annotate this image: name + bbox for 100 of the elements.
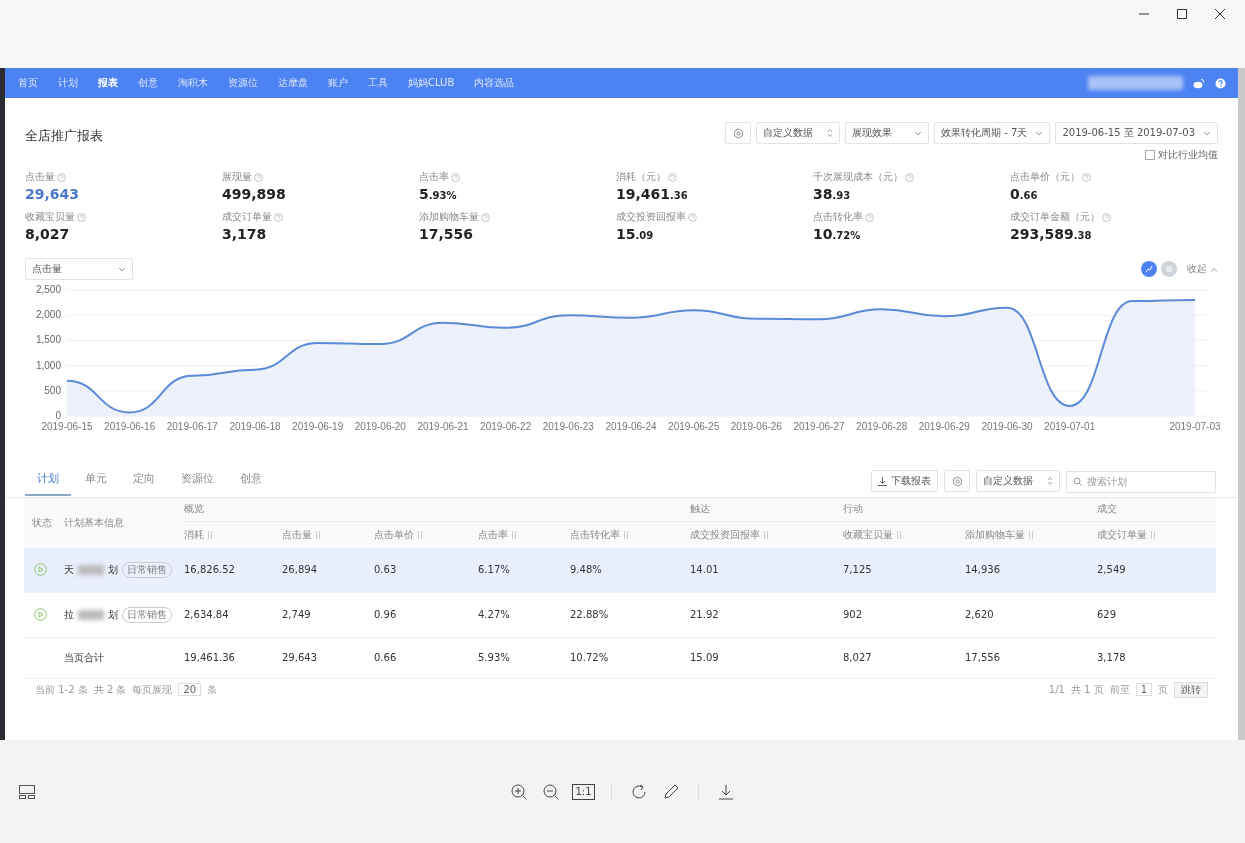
settings-button[interactable]: [944, 470, 970, 492]
plan-name[interactable]: 划: [108, 562, 118, 577]
x-tick-label: 2019-06-26: [730, 421, 782, 432]
table-cell-text: 2,549: [1097, 564, 1127, 575]
table-cell-text: 19,461.36: [184, 652, 236, 663]
play-status-icon[interactable]: [34, 608, 47, 621]
table-cell-text: 629: [1097, 609, 1118, 620]
custom-data-select[interactable]: 自定义数据: [976, 470, 1060, 492]
nav-item[interactable]: 首页: [18, 76, 38, 90]
table-tab[interactable]: 定向: [121, 470, 167, 496]
go-button[interactable]: 跳转: [1174, 681, 1208, 698]
y-tick-label: 1,000: [35, 359, 61, 371]
column-header[interactable]: 点击单价: [374, 521, 478, 548]
group-header: 成交: [1097, 497, 1216, 522]
nav-item[interactable]: 妈妈CLUB: [408, 76, 455, 90]
table-cell-text: 2,749: [282, 609, 312, 620]
column-header: 计划基本信息: [64, 515, 125, 530]
table-cell-text: 0.63: [374, 564, 398, 575]
table-row[interactable]: 天 划 日常销售 16,826.52 26,894 0.63 6.17% 9.48% 14.01 7,125 14,936 2,549: [24, 547, 1216, 593]
nav-item[interactable]: 淘积木: [178, 76, 208, 90]
nav-item[interactable]: 内容选品: [474, 76, 515, 90]
column-header[interactable]: 点击量: [282, 521, 374, 548]
help-icon: [668, 172, 677, 182]
nav-item[interactable]: 报表: [98, 76, 118, 90]
plan-name[interactable]: 天: [64, 562, 74, 577]
x-tick-label: 2019-07-03: [1169, 421, 1220, 432]
sort-icon: [623, 530, 629, 539]
column-header[interactable]: 消耗: [184, 521, 282, 548]
table-cell-text: 0.66: [374, 652, 398, 663]
metric-label: 收藏宝贝量: [25, 210, 222, 224]
compare-checkbox[interactable]: 对比行业均值: [1145, 148, 1218, 162]
table-cell-text: 21.92: [690, 609, 720, 620]
x-tick-label: 2019-06-29: [918, 421, 970, 432]
settings-button[interactable]: [725, 122, 752, 144]
nav-item[interactable]: 工具: [368, 76, 388, 90]
column-header: 状态: [31, 515, 53, 530]
column-header[interactable]: 成交订单量: [1097, 521, 1216, 548]
actual-size-button[interactable]: 1:1: [572, 783, 595, 800]
help-icon: [865, 212, 874, 222]
table-tab[interactable]: 单元: [73, 470, 119, 496]
filter-select[interactable]: 2019-06-15 至 2019-07-03: [1055, 122, 1218, 144]
scrollbar[interactable]: [1238, 68, 1245, 740]
total-label: 当页合计: [64, 650, 105, 665]
y-tick-label: 0: [55, 410, 61, 421]
table-cell-text: 14.01: [690, 564, 720, 575]
column-header[interactable]: 成交投资回报率: [690, 521, 843, 548]
search-icon: [1073, 477, 1082, 486]
table-cell-text: 8,027: [843, 652, 873, 663]
pagination-text: 前至: [1109, 682, 1130, 697]
x-tick-label: 2019-06-20: [354, 421, 406, 432]
list-icon: [1165, 265, 1173, 273]
metric-value: 19,461.36: [616, 186, 689, 202]
table-tab[interactable]: 创意: [228, 470, 274, 496]
table-cell-text: 15.09: [690, 652, 720, 663]
caret-icon: [914, 130, 923, 136]
settings-icon: [732, 127, 744, 139]
column-header[interactable]: 添加购物车量: [965, 521, 1097, 548]
metric-value: 0.66: [1010, 186, 1039, 202]
table-cell-text: 29,643: [282, 652, 318, 663]
up-down-icon: [1047, 476, 1053, 486]
table-cell-text: 7,125: [843, 564, 873, 575]
metric-select[interactable]: 点击量: [25, 258, 133, 280]
table-cell-text: 6.17%: [478, 564, 511, 575]
close-icon: [1215, 9, 1225, 19]
table-tab[interactable]: 资源位: [169, 470, 226, 496]
table-cell-text: 2,620: [965, 609, 995, 620]
nav-item[interactable]: 计划: [58, 76, 78, 90]
nav-item[interactable]: 创意: [138, 76, 158, 90]
plan-name[interactable]: 划: [108, 607, 118, 622]
column-header[interactable]: 点击率: [478, 521, 570, 548]
search-field[interactable]: 搜索计划: [1066, 470, 1216, 493]
nav-item[interactable]: 达摩盘: [278, 76, 308, 90]
table-cell-text: 22.88%: [570, 609, 610, 620]
x-tick-label: 2019-07-01: [1044, 421, 1096, 432]
column-header[interactable]: 点击转化率: [570, 521, 690, 548]
table-tab[interactable]: 计划: [25, 470, 71, 496]
table-cell-text: 26,894: [282, 564, 318, 575]
sort-icon: [315, 530, 321, 539]
filter-select[interactable]: 效果转化周期 - 7天: [934, 122, 1051, 144]
page-size-select[interactable]: 20: [178, 683, 202, 696]
column-header[interactable]: 收藏宝贝量: [843, 521, 965, 548]
filter-select[interactable]: 展现效果: [845, 122, 930, 144]
download-button[interactable]: 下载报表: [871, 470, 938, 492]
nav-item[interactable]: 账户: [328, 76, 348, 90]
table-cell-text: 9.48%: [570, 564, 603, 575]
metric-label: 千次展现成本（元）: [813, 170, 1010, 184]
x-tick-label: 2019-06-21: [417, 421, 469, 432]
nav-item[interactable]: 资源位: [228, 76, 258, 90]
plan-name[interactable]: 拉: [64, 607, 74, 622]
line-chart-view-button[interactable]: [1141, 261, 1157, 277]
metric-label: 消耗（元）: [616, 170, 813, 184]
table-cell-text: 4.27%: [478, 609, 511, 620]
page-input[interactable]: 1: [1135, 683, 1152, 696]
custom-data-select[interactable]: 自定义数据: [756, 122, 841, 144]
zoom-out-icon: [542, 782, 561, 801]
help-icon[interactable]: [1215, 77, 1226, 89]
rotate-icon: [629, 782, 648, 801]
table-cell-text: 16,826.52: [184, 564, 236, 575]
help-icon: [254, 172, 263, 182]
collapse-link[interactable]: 收起: [1187, 262, 1218, 276]
